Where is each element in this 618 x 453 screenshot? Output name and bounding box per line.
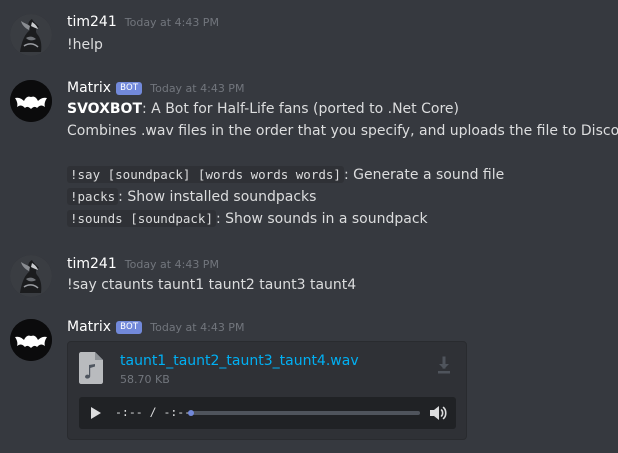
bot-avatar[interactable] [10, 319, 52, 361]
command-line: !say [soundpack] [words words words]: Ge… [67, 165, 504, 185]
audio-file-icon [79, 352, 103, 384]
command-line: !packs: Show installed soundpacks [67, 187, 316, 207]
command-code: !sounds [soundpack] [67, 210, 216, 227]
download-icon[interactable] [434, 356, 454, 376]
message-header: Matrix BOT Today at 4:43 PM [67, 317, 244, 337]
command-description: : Generate a sound file [343, 167, 505, 183]
volume-icon[interactable] [428, 403, 448, 423]
message-intro: SVOXBOT: A Bot for Half-Life fans (porte… [67, 99, 459, 119]
username[interactable]: tim241 [67, 256, 117, 272]
dragon-avatar-icon [10, 255, 52, 297]
attachment-size: 58.70 KB [120, 373, 170, 386]
message-header: tim241 Today at 4:43 PM [67, 254, 219, 274]
play-icon[interactable] [88, 405, 104, 421]
bot-avatar[interactable] [10, 80, 52, 122]
bot-name: SVOXBOT [67, 101, 142, 117]
audio-player: -:-- / -:-- [79, 397, 456, 429]
progress-slider[interactable] [188, 410, 420, 416]
username[interactable]: Matrix [67, 80, 111, 96]
user-avatar[interactable] [10, 255, 52, 297]
playback-time: -:-- / -:-- [115, 405, 192, 419]
bat-logo-icon [10, 80, 52, 122]
username[interactable]: tim241 [67, 14, 117, 30]
message-description: Combines .wav files in the order that yo… [67, 123, 618, 139]
timestamp: Today at 4:43 PM [150, 320, 245, 334]
dragon-avatar-icon [10, 14, 52, 56]
message-header: tim241 Today at 4:43 PM [67, 12, 219, 32]
intro-text: : A Bot for Half-Life fans (ported to .N… [142, 101, 459, 117]
chat-messages: tim241 Today at 4:43 PM !help Matrix BOT… [0, 0, 618, 453]
command-code: !say [soundpack] [words words words] [67, 166, 344, 183]
username[interactable]: Matrix [67, 319, 111, 335]
audio-attachment: taunt1_taunt2_taunt3_taunt4.wav 58.70 KB… [67, 341, 467, 440]
command-line: !sounds [soundpack]: Show sounds in a so… [67, 209, 428, 229]
timestamp: Today at 4:43 PM [124, 257, 219, 271]
progress-knob[interactable] [188, 410, 194, 416]
bot-tag: BOT [116, 320, 143, 334]
message-text: !help [67, 37, 103, 53]
message-text: !say ctaunts taunt1 taunt2 taunt3 taunt4 [67, 277, 357, 293]
bot-tag: BOT [116, 81, 143, 95]
command-code: !packs [67, 188, 119, 205]
user-avatar[interactable] [10, 14, 52, 56]
timestamp: Today at 4:43 PM [124, 15, 219, 29]
command-description: : Show sounds in a soundpack [216, 211, 428, 227]
bat-logo-icon [10, 319, 52, 361]
attachment-filename-link[interactable]: taunt1_taunt2_taunt3_taunt4.wav [120, 353, 359, 369]
message-header: Matrix BOT Today at 4:43 PM [67, 78, 244, 98]
timestamp: Today at 4:43 PM [150, 81, 245, 95]
command-description: : Show installed soundpacks [118, 189, 317, 205]
